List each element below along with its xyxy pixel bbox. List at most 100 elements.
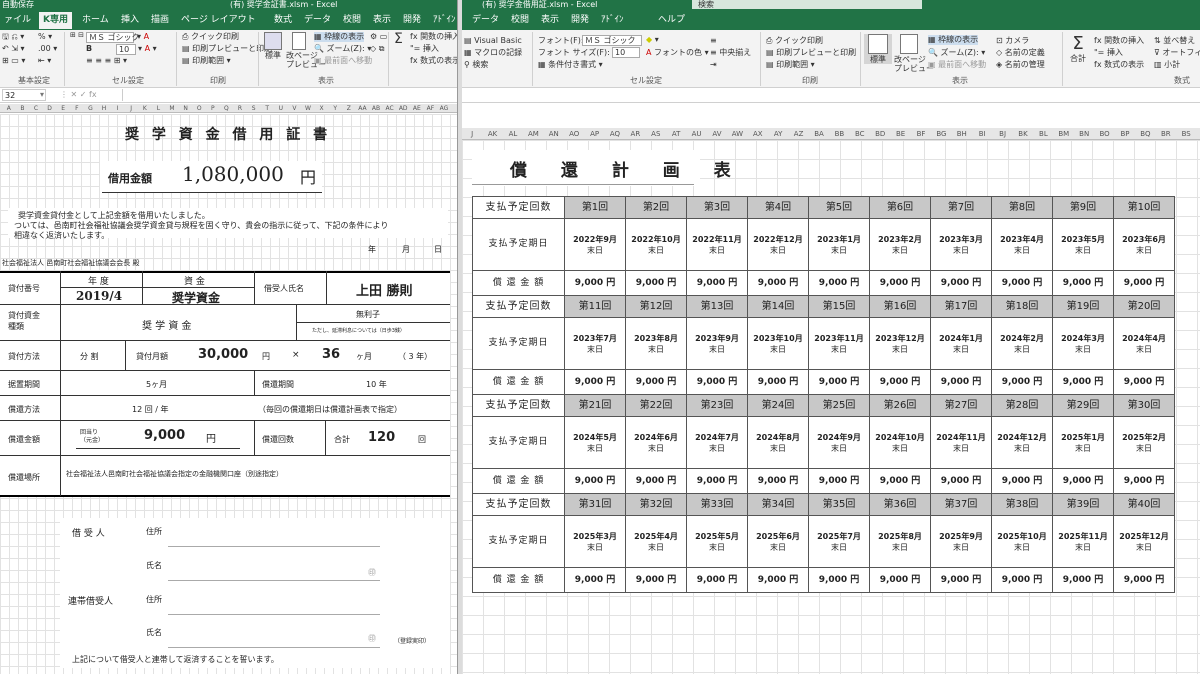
insert-function-button[interactable]: fx 関数の挿入 bbox=[1094, 36, 1144, 46]
undo-icon[interactable]: ↶ ⇲ ▾ bbox=[2, 44, 25, 54]
column-letter[interactable]: O bbox=[192, 104, 206, 112]
ribbon-tab[interactable]: 描画 bbox=[147, 12, 173, 29]
installment-number[interactable]: 第38回 bbox=[991, 493, 1053, 516]
installment-number[interactable]: 第15回 bbox=[808, 295, 870, 318]
repayment-amount-cell[interactable]: 9,000 円 bbox=[991, 468, 1053, 494]
repayment-amount-cell[interactable]: 9,000 円 bbox=[869, 567, 931, 593]
ribbon-tab[interactable]: 校閲 bbox=[507, 12, 533, 29]
due-date-cell[interactable]: 2023年11月 末日 bbox=[808, 317, 870, 370]
due-date-cell[interactable]: 2023年10月 末日 bbox=[747, 317, 809, 370]
name-manager-button[interactable]: ◈ 名前の管理 bbox=[996, 60, 1045, 70]
due-date-cell[interactable]: 2024年1月 末日 bbox=[930, 317, 992, 370]
visual-basic-button[interactable]: ▤ Visual Basic bbox=[464, 36, 522, 46]
repayment-amount-cell[interactable]: 9,000 円 bbox=[564, 270, 626, 296]
column-letter[interactable]: J bbox=[462, 128, 482, 139]
page-break-button[interactable]: 改ページ プレビュー bbox=[894, 34, 934, 73]
standard-view-button[interactable]: 標準 bbox=[864, 34, 892, 64]
formula-input[interactable] bbox=[122, 89, 457, 101]
installment-number[interactable]: 第16回 bbox=[869, 295, 931, 318]
repayment-amount-cell[interactable]: 9,000 円 bbox=[1113, 567, 1175, 593]
installment-number[interactable]: 第32回 bbox=[625, 493, 687, 516]
column-letter[interactable]: AP bbox=[584, 128, 604, 139]
column-letter[interactable]: F bbox=[70, 104, 84, 112]
column-letter[interactable]: BB bbox=[829, 128, 849, 139]
align-icons[interactable]: ≡ ≡ ≡ ⊞ ▾ bbox=[86, 56, 127, 66]
column-letter[interactable]: U bbox=[274, 104, 288, 112]
column-letter[interactable]: J bbox=[124, 104, 138, 112]
installment-number[interactable]: 第11回 bbox=[564, 295, 626, 318]
repayment-amount-cell[interactable]: 9,000 円 bbox=[1052, 567, 1114, 593]
due-date-cell[interactable]: 2024年3月 末日 bbox=[1052, 317, 1114, 370]
repayment-amount-cell[interactable]: 9,000 円 bbox=[747, 567, 809, 593]
ribbon-tab[interactable]: 挿入 bbox=[117, 12, 143, 29]
installment-number[interactable]: 第31回 bbox=[564, 493, 626, 516]
column-letter[interactable]: S bbox=[247, 104, 261, 112]
ribbon-tab[interactable]: 数式 bbox=[270, 12, 296, 29]
subtotal-button[interactable]: ▥ 小計 bbox=[1154, 60, 1180, 70]
print-preview-button[interactable]: ▤ 印刷プレビューと印刷 bbox=[766, 48, 856, 58]
installment-number[interactable]: 第26回 bbox=[869, 394, 931, 417]
due-date-cell[interactable]: 2024年12月 末日 bbox=[991, 416, 1053, 469]
installment-number[interactable]: 第35回 bbox=[808, 493, 870, 516]
comma-icon[interactable]: ⇤ ▾ bbox=[38, 56, 51, 66]
column-letter[interactable]: BL bbox=[1033, 128, 1053, 139]
show-formula-button[interactable]: fx 数式の表示 bbox=[1094, 60, 1144, 70]
standard-view-button[interactable]: 標準 bbox=[262, 32, 284, 60]
installment-number[interactable]: 第28回 bbox=[991, 394, 1053, 417]
column-letter[interactable]: T bbox=[260, 104, 274, 112]
repayment-amount-cell[interactable]: 9,000 円 bbox=[930, 270, 992, 296]
repayment-amount-cell[interactable]: 9,000 円 bbox=[625, 270, 687, 296]
due-date-cell[interactable]: 2024年7月 末日 bbox=[686, 416, 748, 469]
column-letter[interactable]: BJ bbox=[992, 128, 1012, 139]
repayment-amount-cell[interactable]: 9,000 円 bbox=[1052, 468, 1114, 494]
column-letter[interactable]: N bbox=[179, 104, 193, 112]
repayment-amount-cell[interactable]: 9,000 円 bbox=[808, 270, 870, 296]
installment-number[interactable]: 第27回 bbox=[930, 394, 992, 417]
column-letter[interactable]: H bbox=[97, 104, 111, 112]
column-letter[interactable]: BD bbox=[870, 128, 890, 139]
column-letter[interactable]: AB bbox=[369, 104, 383, 112]
autosave-label[interactable]: 自動保存 bbox=[2, 0, 34, 10]
camera-button[interactable]: ⊡ カメラ bbox=[996, 36, 1029, 46]
repayment-amount-cell[interactable]: 9,000 円 bbox=[808, 567, 870, 593]
column-letter[interactable]: BO bbox=[1094, 128, 1114, 139]
installment-number[interactable]: 第9回 bbox=[1052, 196, 1114, 219]
column-letter[interactable]: AV bbox=[707, 128, 727, 139]
column-letter[interactable]: BS bbox=[1176, 128, 1196, 139]
installment-number[interactable]: 第3回 bbox=[686, 196, 748, 219]
front-button[interactable]: ▣ 最前面へ移動 bbox=[314, 56, 372, 66]
gridlines-toggle[interactable]: ▦ 枠線の表示 bbox=[314, 32, 365, 42]
name-box-dropdown-icon[interactable]: ▾ bbox=[40, 88, 44, 102]
column-letter[interactable]: D bbox=[43, 104, 57, 112]
fill-color-icon[interactable]: ▾ A ▾ bbox=[138, 44, 157, 54]
wrap-icon[interactable]: ⊞ ⊟ bbox=[70, 30, 84, 40]
column-letter[interactable]: BT bbox=[1196, 128, 1200, 139]
ribbon-tab[interactable]: K専用 bbox=[39, 12, 72, 29]
column-letter[interactable]: BQ bbox=[1135, 128, 1155, 139]
due-date-cell[interactable]: 2023年7月 末日 bbox=[564, 317, 626, 370]
column-letter[interactable]: AN bbox=[544, 128, 564, 139]
repayment-amount-cell[interactable]: 9,000 円 bbox=[1052, 369, 1114, 395]
installment-number[interactable]: 第25回 bbox=[808, 394, 870, 417]
due-date-cell[interactable]: 2024年11月 末日 bbox=[930, 416, 992, 469]
fill-icon[interactable]: ◆ ▾ bbox=[646, 35, 659, 45]
installment-number[interactable]: 第8回 bbox=[991, 196, 1053, 219]
due-date-cell[interactable]: 2024年8月 末日 bbox=[747, 416, 809, 469]
due-date-cell[interactable]: 2023年2月 末日 bbox=[869, 218, 931, 271]
repayment-amount-cell[interactable]: 9,000 円 bbox=[625, 369, 687, 395]
installment-number[interactable]: 第30回 bbox=[1113, 394, 1175, 417]
installment-number[interactable]: 第12回 bbox=[625, 295, 687, 318]
installment-number[interactable]: 第24回 bbox=[747, 394, 809, 417]
installment-number[interactable]: 第21回 bbox=[564, 394, 626, 417]
sum-icon[interactable]: Σ bbox=[394, 32, 403, 46]
column-letter[interactable]: AM bbox=[523, 128, 543, 139]
column-letter[interactable]: Y bbox=[328, 104, 342, 112]
installment-number[interactable]: 第4回 bbox=[747, 196, 809, 219]
due-date-cell[interactable]: 2023年1月 末日 bbox=[808, 218, 870, 271]
column-letter[interactable]: AG bbox=[437, 104, 451, 112]
repayment-amount-cell[interactable]: 9,000 円 bbox=[1113, 270, 1175, 296]
macro-record-button[interactable]: ▦ マクロの記録 bbox=[464, 48, 522, 58]
repayment-amount-cell[interactable]: 9,000 円 bbox=[625, 468, 687, 494]
installment-number[interactable]: 第40回 bbox=[1113, 493, 1175, 516]
column-letter[interactable]: BH bbox=[952, 128, 972, 139]
